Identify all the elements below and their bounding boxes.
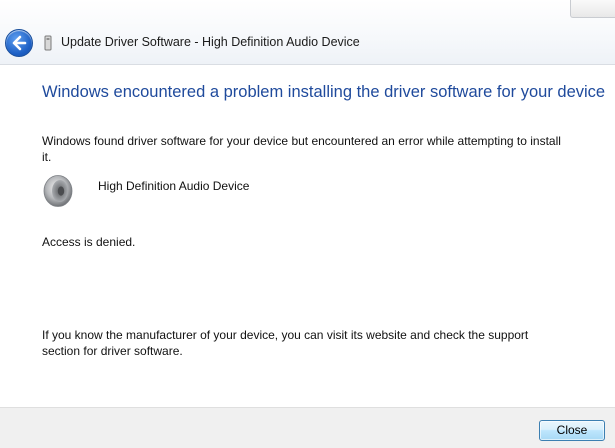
dialog-title: Update Driver Software - High Definition… [61,35,360,49]
device-name: High Definition Audio Device [98,179,250,193]
close-button[interactable]: Close [539,420,605,441]
intro-text: Windows found driver software for your d… [42,134,561,164]
device-row: High Definition Audio Device [42,174,442,208]
error-headline: Windows encountered a problem installing… [42,83,606,101]
back-arrow-icon [12,35,27,51]
button-bar: Close [0,407,615,448]
update-driver-dialog: Update Driver Software - High Definition… [0,0,615,448]
dialog-header: Update Driver Software - High Definition… [0,0,615,65]
footer-note: If you know the manufacturer of your dev… [42,328,529,358]
device-icon [44,35,52,51]
dialog-content: Windows encountered a problem installing… [0,65,615,407]
speaker-icon [43,175,73,207]
window-close-control[interactable] [570,0,615,18]
back-button[interactable] [5,29,33,57]
error-message: Access is denied. [42,235,136,249]
